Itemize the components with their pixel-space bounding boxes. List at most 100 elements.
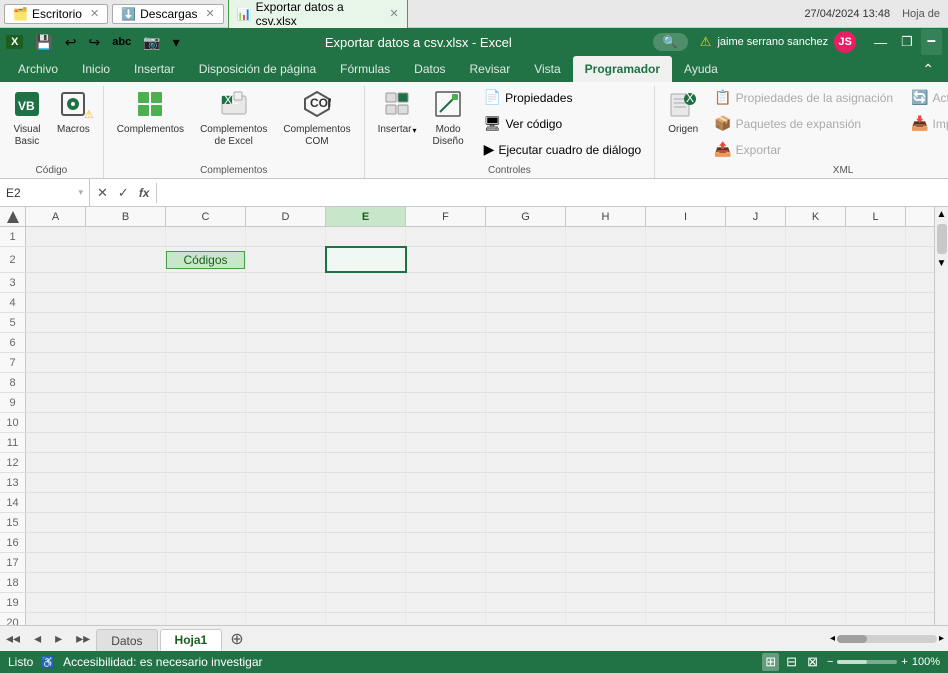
cell-I6[interactable] — [646, 333, 726, 352]
ver-codigo-button[interactable]: 🖥 Ver código — [477, 112, 649, 135]
cell-G20[interactable] — [486, 613, 566, 625]
cell-E9[interactable] — [326, 393, 406, 412]
restore-button[interactable]: ❐ — [895, 32, 919, 52]
cell-J13[interactable] — [726, 473, 786, 492]
cell-I20[interactable] — [646, 613, 726, 625]
cell-G13[interactable] — [486, 473, 566, 492]
cell-A9[interactable] — [26, 393, 86, 412]
cell-D1[interactable] — [246, 227, 326, 246]
cell-H1[interactable] — [566, 227, 646, 246]
row-num-5[interactable]: 5 — [0, 313, 26, 332]
cell-L4[interactable] — [846, 293, 906, 312]
sheet-prev-button[interactable]: ◂ — [28, 630, 47, 647]
cell-H2[interactable] — [566, 247, 646, 272]
normal-view-icon[interactable]: ⊞ — [762, 653, 779, 671]
cell-F17[interactable] — [406, 553, 486, 572]
col-header-I[interactable]: I — [646, 207, 726, 226]
cell-E11[interactable] — [326, 433, 406, 452]
cell-A2[interactable] — [26, 247, 86, 272]
cell-G8[interactable] — [486, 373, 566, 392]
row-num-9[interactable]: 9 — [0, 393, 26, 412]
cell-B18[interactable] — [86, 573, 166, 592]
col-header-G[interactable]: G — [486, 207, 566, 226]
cell-L18[interactable] — [846, 573, 906, 592]
cell-I12[interactable] — [646, 453, 726, 472]
cell-K20[interactable] — [786, 613, 846, 625]
cell-J6[interactable] — [726, 333, 786, 352]
col-header-F[interactable]: F — [406, 207, 486, 226]
cell-I1[interactable] — [646, 227, 726, 246]
cell-I11[interactable] — [646, 433, 726, 452]
cell-H12[interactable] — [566, 453, 646, 472]
cell-D5[interactable] — [246, 313, 326, 332]
cell-K9[interactable] — [786, 393, 846, 412]
cell-G19[interactable] — [486, 593, 566, 612]
cell-B14[interactable] — [86, 493, 166, 512]
cell-L9[interactable] — [846, 393, 906, 412]
cell-J17[interactable] — [726, 553, 786, 572]
cell-D2[interactable] — [246, 247, 326, 272]
cell-K14[interactable] — [786, 493, 846, 512]
cell-F12[interactable] — [406, 453, 486, 472]
cell-F1[interactable] — [406, 227, 486, 246]
cell-F16[interactable] — [406, 533, 486, 552]
cell-I17[interactable] — [646, 553, 726, 572]
cell-K11[interactable] — [786, 433, 846, 452]
col-header-C[interactable]: C — [166, 207, 246, 226]
propiedades-asignacion-button[interactable]: 📋 Propiedades de la asignación — [707, 86, 900, 109]
cell-A15[interactable] — [26, 513, 86, 532]
cell-J11[interactable] — [726, 433, 786, 452]
cell-H19[interactable] — [566, 593, 646, 612]
cell-D16[interactable] — [246, 533, 326, 552]
vertical-scrollbar[interactable]: ▲ ▼ — [934, 207, 948, 625]
row-num-7[interactable]: 7 — [0, 353, 26, 372]
cell-B2[interactable] — [86, 247, 166, 272]
cell-C17[interactable] — [166, 553, 246, 572]
cell-C14[interactable] — [166, 493, 246, 512]
cell-I14[interactable] — [646, 493, 726, 512]
tab-archivo[interactable]: Archivo — [6, 56, 70, 82]
cell-E10[interactable] — [326, 413, 406, 432]
cell-C18[interactable] — [166, 573, 246, 592]
cell-J1[interactable] — [726, 227, 786, 246]
cell-D7[interactable] — [246, 353, 326, 372]
cell-K5[interactable] — [786, 313, 846, 332]
cell-K15[interactable] — [786, 513, 846, 532]
cell-B20[interactable] — [86, 613, 166, 625]
search-box[interactable]: 🔍 — [653, 33, 688, 51]
cell-K7[interactable] — [786, 353, 846, 372]
cell-G11[interactable] — [486, 433, 566, 452]
cell-A4[interactable] — [26, 293, 86, 312]
h-scroll-thumb[interactable] — [837, 635, 867, 643]
sheet-tab-datos[interactable]: Datos — [96, 629, 157, 651]
cell-B10[interactable] — [86, 413, 166, 432]
name-box[interactable]: E2 ▾ — [0, 179, 90, 206]
zoom-slider[interactable] — [837, 660, 897, 664]
cell-I18[interactable] — [646, 573, 726, 592]
tab-datos[interactable]: Datos — [402, 56, 457, 82]
cell-H8[interactable] — [566, 373, 646, 392]
cell-E17[interactable] — [326, 553, 406, 572]
taskbar-item-descargas[interactable]: ⬇️ Descargas ✕ — [112, 4, 224, 24]
cell-A6[interactable] — [26, 333, 86, 352]
h-scroll-track[interactable] — [837, 635, 937, 643]
cell-F7[interactable] — [406, 353, 486, 372]
tab-programador[interactable]: Programador — [573, 56, 672, 82]
col-header-D[interactable]: D — [246, 207, 326, 226]
macros-button[interactable]: Macros ⚠ — [50, 86, 97, 140]
cell-H4[interactable] — [566, 293, 646, 312]
exportar-xml-button[interactable]: 📤 Exportar — [707, 138, 900, 161]
cell-E14[interactable] — [326, 493, 406, 512]
tab-revisar[interactable]: Revisar — [458, 56, 523, 82]
cell-B19[interactable] — [86, 593, 166, 612]
cell-J8[interactable] — [726, 373, 786, 392]
cell-B11[interactable] — [86, 433, 166, 452]
cell-J9[interactable] — [726, 393, 786, 412]
taskbar-item-escritorio[interactable]: 🗂️ Escritorio ✕ — [4, 4, 108, 24]
cell-I9[interactable] — [646, 393, 726, 412]
sheet-first-button[interactable]: ◂◂ — [0, 630, 26, 647]
cell-A10[interactable] — [26, 413, 86, 432]
cell-G2[interactable] — [486, 247, 566, 272]
insert-function-icon[interactable]: fx — [136, 184, 153, 202]
row-num-15[interactable]: 15 — [0, 513, 26, 532]
